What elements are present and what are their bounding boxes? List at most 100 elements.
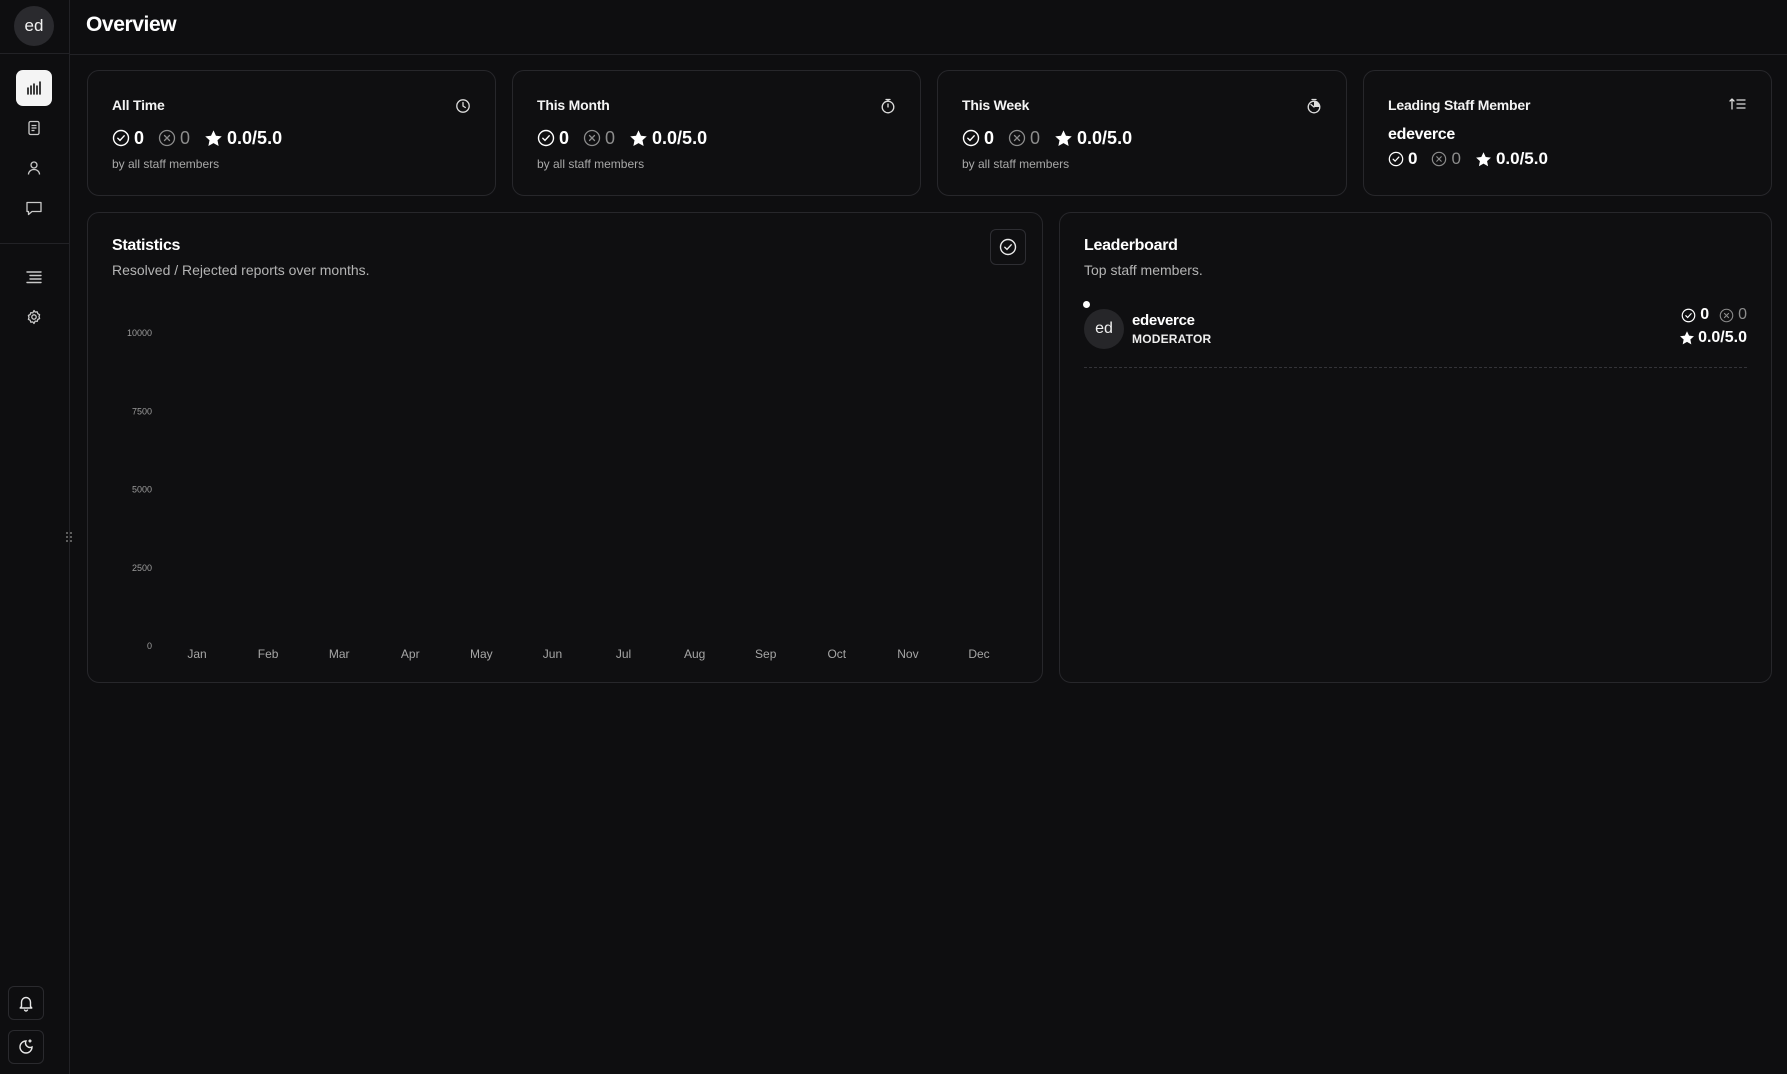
resolved-count: 0 [984, 127, 995, 148]
leaderboard-row[interactable]: ed edeverce MODERATOR 0 0 0.0/5.0 [1083, 301, 1747, 368]
stats-row: 0 0 0.0/5.0 [112, 127, 296, 149]
sidebar-divider [0, 53, 70, 54]
statistics-panel: Statistics Resolved / Rejected reports o… [87, 212, 1043, 683]
resolved-count: 0 [1408, 149, 1418, 168]
leaderboard-title: Leaderboard [1084, 237, 1178, 254]
sidebar-resize-handle[interactable] [65, 530, 73, 544]
theme-toggle-button[interactable] [8, 1030, 44, 1064]
leaderboard-name: edeverce [1132, 312, 1195, 329]
leaderboard-role: MODERATOR [1132, 332, 1212, 346]
statistics-toggle-button[interactable] [990, 229, 1026, 265]
stats-row: 0 0 0.0/5.0 [962, 127, 1146, 149]
avatar[interactable]: ed [14, 6, 54, 46]
x-tick-label: May [470, 647, 493, 661]
check-circle-icon [999, 238, 1017, 256]
sidebar-item-reports[interactable] [16, 110, 52, 146]
statistics-title: Statistics [112, 237, 181, 254]
header: Overview [70, 0, 1787, 55]
rating-value: 0.0/5.0 [227, 127, 283, 148]
sidebar-item-settings[interactable] [16, 299, 52, 335]
gear-icon [27, 309, 41, 325]
y-tick-label: 10000 [127, 328, 152, 338]
sort-icon [1729, 97, 1747, 111]
page-title: Overview [86, 13, 177, 36]
check-circle-icon [112, 129, 130, 147]
card-all-time: All Time 0 0 0.0/5.0 by all staff member… [87, 70, 496, 196]
card-title: This Week [962, 97, 1030, 113]
leaderboard-panel: Leaderboard Top staff members. ed edever… [1059, 212, 1772, 683]
sidebar-divider [0, 243, 70, 244]
resolved-count: 0 [559, 127, 570, 148]
rating-value: 0.0/5.0 [1698, 329, 1747, 346]
rejected-count: 0 [180, 127, 191, 148]
star-icon [1680, 331, 1695, 345]
sidebar-item-logs[interactable] [16, 259, 52, 295]
rejected-count: 0 [605, 127, 616, 148]
x-circle-icon [158, 129, 176, 147]
x-circle-icon [1432, 151, 1447, 167]
chat-icon [26, 201, 42, 216]
card-title: Leading Staff Member [1388, 97, 1531, 113]
star-icon [1476, 151, 1491, 166]
stats-row: 0 0 0.0/5.0 [1388, 149, 1562, 169]
online-indicator [1083, 301, 1090, 308]
card-leading-staff: Leading Staff Member edeverce 0 0 0.0/5.… [1363, 70, 1772, 196]
clock-icon [455, 98, 471, 114]
sidebar-item-messages[interactable] [16, 190, 52, 226]
rejected-count: 0 [1738, 306, 1747, 323]
x-tick-label: Oct [827, 647, 846, 661]
rejected-count: 0 [1451, 149, 1461, 168]
y-tick-label: 7500 [132, 406, 152, 416]
leaderboard-counts: 0 0 [1671, 306, 1747, 324]
x-tick-label: Jun [543, 647, 562, 661]
x-tick-label: Jan [187, 647, 206, 661]
x-tick-label: Jul [616, 647, 631, 661]
resolved-count: 0 [134, 127, 145, 148]
y-tick-label: 2500 [132, 563, 152, 573]
y-tick-label: 5000 [132, 485, 152, 495]
card-this-week: This Week 0 0 0.0/5.0 by all staff membe… [937, 70, 1347, 196]
x-tick-label: Dec [968, 647, 989, 661]
sidebar-item-users[interactable] [16, 150, 52, 186]
check-circle-icon [962, 129, 980, 147]
sidebar-item-statistics[interactable] [16, 70, 52, 106]
x-tick-label: Mar [329, 647, 350, 661]
sidebar: ed [0, 0, 70, 1074]
star-icon [630, 129, 647, 146]
rating-value: 0.0/5.0 [1077, 127, 1133, 148]
statistics-subtitle: Resolved / Rejected reports over months. [112, 262, 370, 278]
card-title: All Time [112, 97, 165, 113]
x-tick-label: Nov [897, 647, 918, 661]
document-icon [28, 120, 40, 136]
resolved-count: 0 [1700, 306, 1710, 323]
timer-icon [1306, 98, 1322, 114]
card-title: This Month [537, 97, 610, 113]
bell-icon [19, 996, 33, 1012]
rejected-count: 0 [1030, 127, 1041, 148]
rating-value: 0.0/5.0 [1495, 149, 1548, 168]
list-icon [26, 271, 42, 284]
stopwatch-icon [880, 98, 896, 114]
card-subtitle: by all staff members [112, 157, 220, 171]
bar-chart-icon [27, 81, 41, 95]
x-tick-label: Feb [258, 647, 279, 661]
y-tick-label: 0 [147, 641, 152, 651]
statistics-chart: 10000 7500 5000 2500 0 Jan Feb Mar Apr May Jun Jul A… [127, 328, 990, 661]
x-circle-icon [583, 129, 601, 147]
x-tick-label: Sep [755, 647, 777, 661]
leading-staff-name: edeverce [1388, 126, 1455, 143]
stats-row: 0 0 0.0/5.0 [537, 127, 721, 149]
x-circle-icon [1008, 129, 1026, 147]
user-icon [27, 161, 41, 175]
card-subtitle: by all staff members [537, 157, 645, 171]
leaderboard-subtitle: Top staff members. [1084, 262, 1203, 278]
check-circle-icon [1388, 151, 1404, 167]
notifications-button[interactable] [8, 986, 44, 1020]
star-icon [1055, 129, 1072, 146]
x-circle-icon [1719, 308, 1734, 322]
check-circle-icon [1681, 308, 1696, 322]
x-tick-label: Apr [401, 647, 420, 661]
star-icon [205, 129, 222, 146]
check-circle-icon [537, 129, 555, 147]
x-tick-label: Aug [684, 647, 705, 661]
